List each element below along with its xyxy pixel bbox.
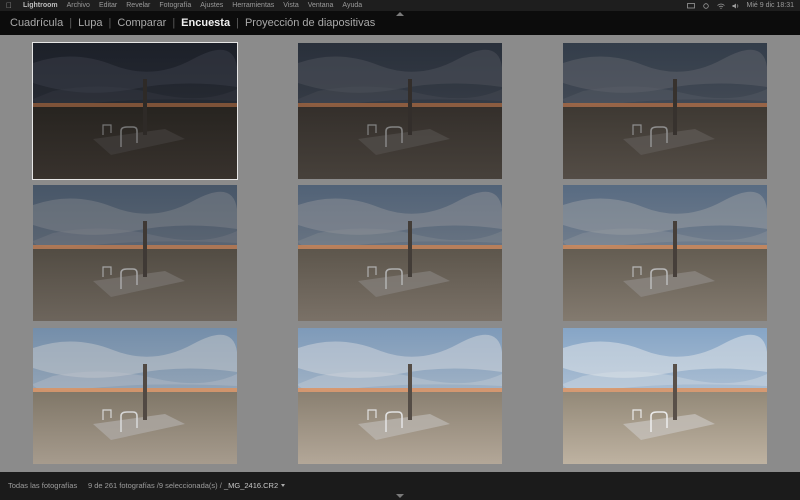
menu-revelar[interactable]: Revelar [126, 2, 150, 9]
photo-count-text: 9 de 261 fotografías /9 seleccionada(s) … [88, 481, 222, 490]
menu-ayuda[interactable]: Ayuda [342, 2, 362, 9]
photo-thumbnail [298, 43, 502, 179]
mode-separator: | [108, 17, 112, 29]
mode-separator: | [69, 17, 73, 29]
menu-extras: Mié 9 dic 18:31 [686, 0, 794, 11]
tab-cuadricula[interactable]: Cuadrícula [10, 17, 63, 29]
menu-herramientas[interactable]: Herramientas [232, 2, 274, 9]
survey-view [0, 35, 800, 472]
survey-photo[interactable] [298, 328, 502, 464]
apple-icon[interactable]:  [6, 1, 13, 10]
menu-archivo[interactable]: Archivo [67, 2, 90, 9]
volume-icon[interactable] [732, 3, 740, 9]
survey-photo[interactable] [32, 42, 238, 180]
menu-clock[interactable]: Mié 9 dic 18:31 [747, 2, 794, 9]
photo-thumbnail [563, 328, 767, 464]
view-mode-picker: Cuadrícula | Lupa | Comparar | Encuesta … [10, 17, 375, 29]
survey-photo[interactable] [563, 328, 767, 464]
photo-thumbnail [298, 328, 502, 464]
menu-vista[interactable]: Vista [283, 2, 298, 9]
menu-ventana[interactable]: Ventana [308, 2, 334, 9]
menu-bar:  Lightroom Archivo Editar Revelar Fotog… [0, 0, 800, 11]
view-mode-strip: Cuadrícula | Lupa | Comparar | Encuesta … [0, 11, 800, 35]
survey-photo[interactable] [33, 185, 237, 321]
survey-photo[interactable] [563, 43, 767, 179]
photo-thumbnail [33, 43, 237, 179]
photo-thumbnail [33, 328, 237, 464]
survey-photo[interactable] [298, 185, 502, 321]
menu-app-name[interactable]: Lightroom [23, 2, 58, 9]
photo-count: 9 de 261 fotografías /9 seleccionada(s) … [88, 481, 286, 490]
tab-comparar[interactable]: Comparar [117, 17, 166, 29]
photo-thumbnail [563, 43, 767, 179]
survey-photo[interactable] [33, 328, 237, 464]
photo-thumbnail [563, 185, 767, 321]
filename-label[interactable]: _MG_2416.CR2 [224, 481, 278, 490]
menu-ajustes[interactable]: Ajustes [200, 2, 223, 9]
survey-photo[interactable] [298, 43, 502, 179]
menu-editar[interactable]: Editar [99, 2, 117, 9]
tab-proyeccion-diapositivas[interactable]: Proyección de diapositivas [245, 17, 375, 29]
source-label[interactable]: Todas las fotografías [8, 481, 77, 490]
display-icon[interactable] [686, 2, 695, 9]
wifi-icon[interactable] [716, 3, 725, 9]
menu-fotografia[interactable]: Fotografía [159, 2, 191, 9]
mode-separator: | [236, 17, 239, 29]
tab-encuesta[interactable]: Encuesta [181, 17, 230, 29]
photo-thumbnail [33, 185, 237, 321]
photo-thumbnail [298, 185, 502, 321]
tab-lupa[interactable]: Lupa [78, 17, 102, 29]
collapse-bottom-panel-icon[interactable] [396, 494, 404, 498]
sync-icon[interactable] [702, 2, 710, 9]
collapse-top-panel-icon[interactable] [396, 12, 404, 16]
mode-separator: | [172, 17, 176, 29]
filmstrip-status-bar: Todas las fotografías 9 de 261 fotografí… [0, 472, 800, 500]
survey-photo[interactable] [563, 185, 767, 321]
chevron-down-icon[interactable] [281, 484, 286, 487]
